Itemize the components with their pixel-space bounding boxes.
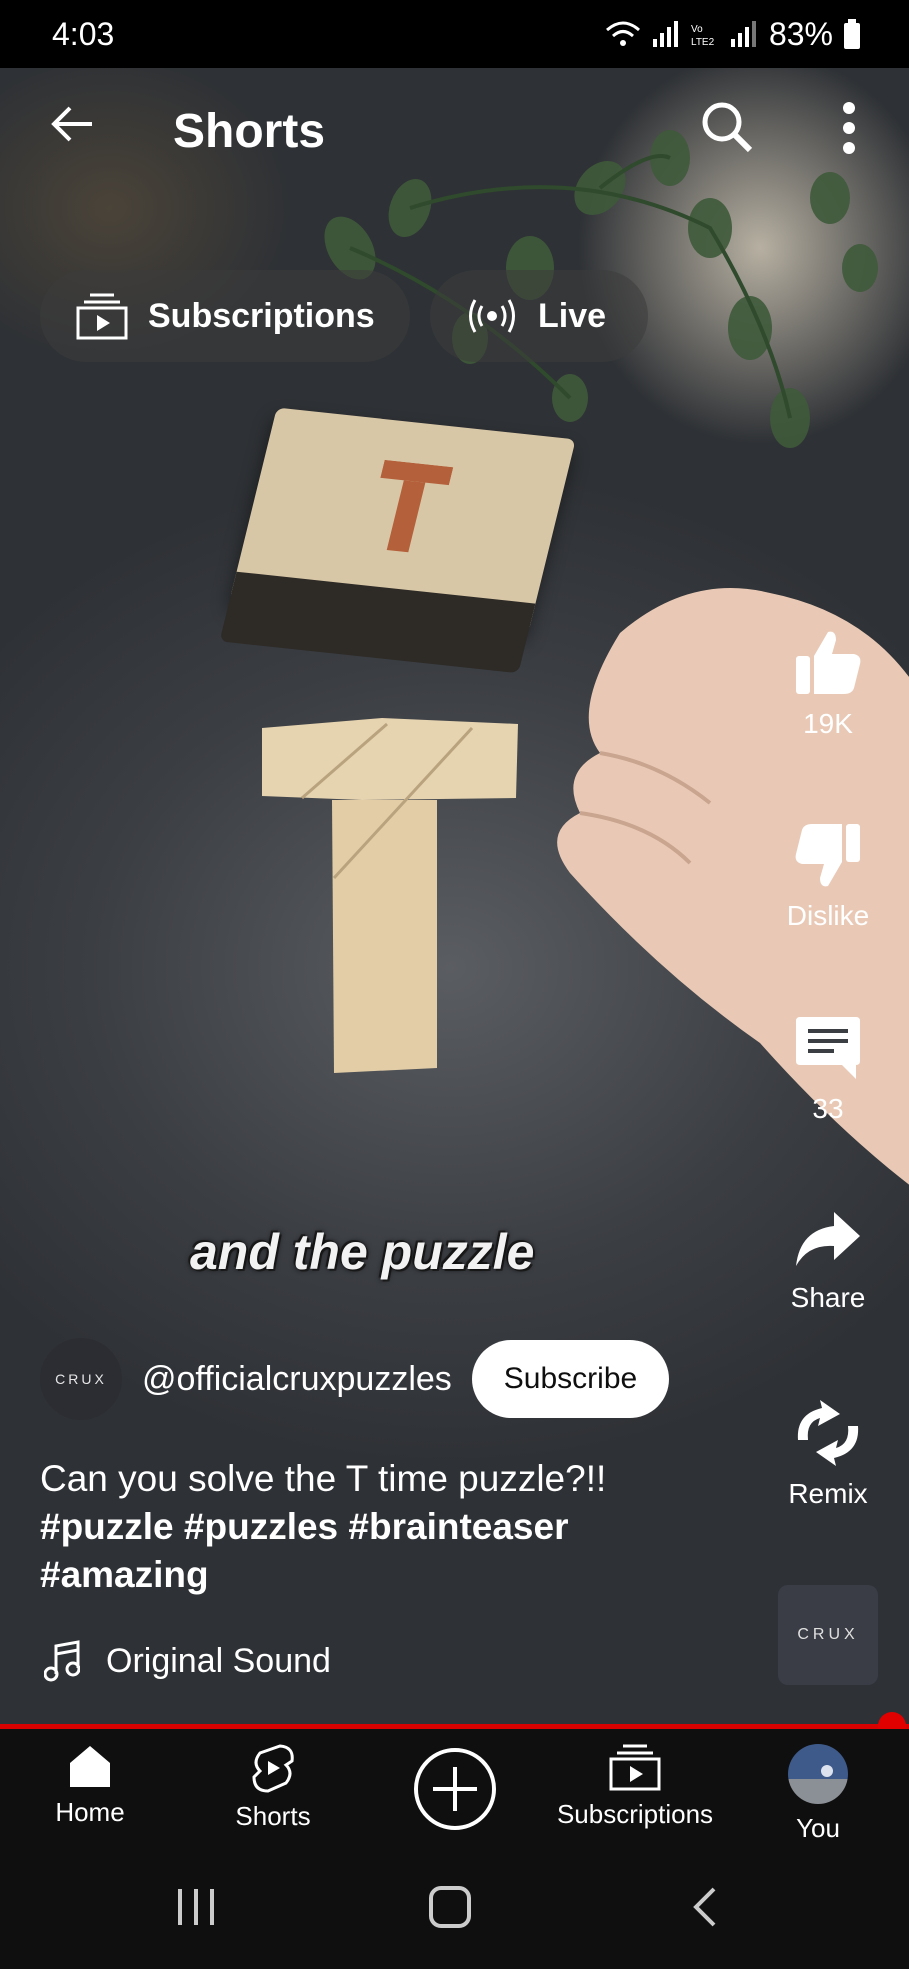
- nav-home-label: Home: [55, 1797, 125, 1827]
- like-button[interactable]: 19K: [760, 630, 896, 740]
- nav-subscriptions-label: Subscriptions: [556, 1799, 714, 1829]
- chip-subscriptions[interactable]: Subscriptions: [40, 270, 410, 362]
- channel-handle[interactable]: @officialcruxpuzzles: [142, 1360, 452, 1399]
- nav-shorts[interactable]: Shorts: [218, 1743, 328, 1832]
- thumbs-up-icon: [796, 631, 861, 694]
- wooden-t-puzzle: [262, 718, 518, 1073]
- channel-row: CRUX @officialcruxpuzzles Subscribe: [40, 1338, 670, 1420]
- description-hashtags[interactable]: #puzzle #puzzles #brainteaser #amazing: [40, 1503, 700, 1599]
- remix-icon: [797, 1400, 859, 1466]
- nav-you[interactable]: You: [778, 1743, 858, 1844]
- back-arrow-icon[interactable]: [48, 100, 96, 148]
- volte-icon: Vo LTE2: [691, 24, 715, 47]
- wifi-icon: [605, 21, 640, 46]
- comment-count: 33: [812, 1093, 844, 1124]
- chip-live-label: Live: [538, 296, 607, 335]
- status-time: 4:03: [52, 15, 115, 52]
- dislike-button[interactable]: Dislike: [760, 822, 896, 932]
- signal-icon-2: [730, 21, 756, 47]
- puzzle-box: [219, 407, 576, 674]
- description-text: Can you solve the T time puzzle?!!: [40, 1458, 607, 1499]
- subscriptions-icon: [76, 293, 128, 340]
- nav-shorts-label: Shorts: [235, 1801, 311, 1831]
- share-button[interactable]: Share: [760, 1210, 896, 1314]
- share-label: Share: [790, 1282, 866, 1313]
- puzzle-box-front: [219, 571, 536, 674]
- subscribe-button[interactable]: Subscribe: [471, 1340, 670, 1418]
- svg-text:Vo: Vo: [691, 24, 703, 35]
- nav-subscriptions[interactable]: Subscriptions: [555, 1743, 715, 1830]
- back-system-icon[interactable]: [690, 1885, 720, 1929]
- remix-button[interactable]: Remix: [760, 1400, 896, 1510]
- search-icon[interactable]: [700, 100, 754, 154]
- status-bar: 4:03 Vo LTE2 83%: [0, 0, 909, 68]
- sound-thumbnail[interactable]: CRUX: [778, 1585, 878, 1685]
- more-options-icon[interactable]: [834, 98, 864, 158]
- system-nav-bar: [0, 1849, 909, 1969]
- home-icon: [70, 1746, 110, 1787]
- create-button[interactable]: [412, 1747, 498, 1839]
- like-count: 19K: [803, 708, 853, 739]
- sound-label: Original Sound: [106, 1641, 331, 1680]
- create-plus-icon: [414, 1748, 496, 1830]
- signal-icon: [652, 21, 678, 47]
- thumbs-down-icon: [795, 824, 860, 887]
- page-title: Shorts: [173, 105, 326, 158]
- live-icon: [469, 299, 515, 333]
- chip-subscriptions-label: Subscriptions: [148, 296, 375, 335]
- chip-live[interactable]: Live: [430, 270, 648, 362]
- home-system-icon[interactable]: [428, 1885, 472, 1929]
- svg-text:LTE2: LTE2: [691, 37, 715, 47]
- status-icons: Vo LTE2 83%: [605, 16, 861, 53]
- subscriptions-icon: [609, 1744, 661, 1791]
- remix-label: Remix: [788, 1478, 868, 1509]
- recent-apps-icon[interactable]: [176, 1885, 216, 1929]
- comments-button[interactable]: 33: [760, 1015, 896, 1125]
- share-icon: [796, 1212, 860, 1266]
- music-note-icon: [44, 1640, 80, 1682]
- sound-row[interactable]: Original Sound: [44, 1640, 331, 1682]
- dislike-label: Dislike: [786, 900, 870, 931]
- video-description[interactable]: Can you solve the T time puzzle?!! #puzz…: [40, 1455, 700, 1599]
- comment-icon: [796, 1017, 860, 1079]
- shorts-icon: [252, 1744, 294, 1793]
- puzzle-box-t-letter: [380, 459, 454, 553]
- battery-percent: 83%: [768, 15, 833, 52]
- bottom-nav: Home Shorts Subscriptions You: [0, 1729, 909, 1849]
- battery-icon: [844, 19, 860, 49]
- nav-home[interactable]: Home: [40, 1743, 140, 1828]
- nav-you-label: You: [796, 1813, 840, 1843]
- channel-avatar[interactable]: CRUX: [40, 1338, 122, 1420]
- profile-avatar: [788, 1744, 848, 1804]
